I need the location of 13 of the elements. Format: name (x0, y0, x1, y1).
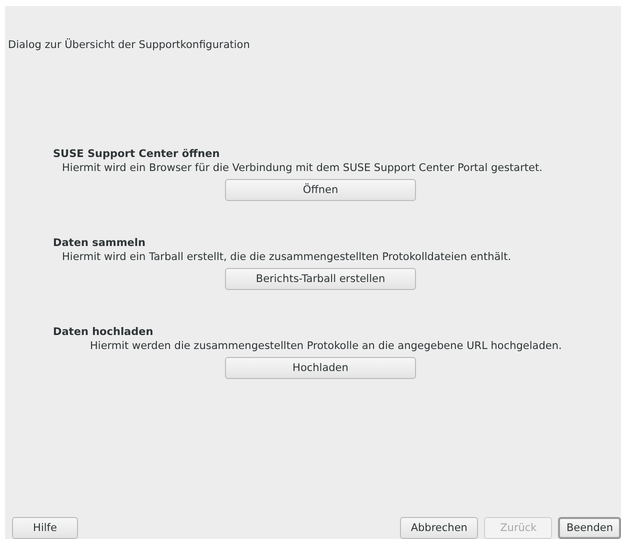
section-description: Hiermit wird ein Browser für die Verbindung mit dem SUSE Support Center Portal gestartet. (62, 162, 544, 174)
section-heading: Daten sammeln (53, 237, 146, 249)
help-button[interactable]: Hilfe (12, 517, 78, 539)
action-button[interactable]: Berichts-Tarball erstellen (225, 268, 416, 290)
dialog-button[interactable]: Beenden (558, 517, 621, 539)
action-button[interactable]: Hochladen (225, 357, 416, 379)
section-description: Hiermit wird ein Tarball erstellt, die die zusammengestellten Protokolldateien enthält. (62, 251, 512, 263)
action-button[interactable]: Öffnen (225, 179, 416, 201)
section-description: Hiermit werden die zusammengestellten Protokolle an die angegebene URL hochgeladen. (90, 340, 563, 352)
section-heading: SUSE Support Center öffnen (53, 148, 221, 160)
dialog-title: Dialog zur Übersicht der Supportkonfiguration (8, 39, 251, 51)
section-heading: Daten hochladen (53, 326, 154, 338)
dialog-button[interactable]: Abbrechen (400, 517, 478, 539)
